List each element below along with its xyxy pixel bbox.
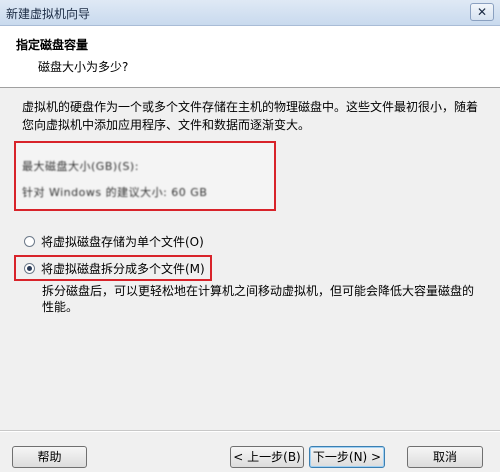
split-note-text: 拆分磁盘后，可以更轻松地在计算机之间移动虚拟机，但可能会降低大容量磁盘的性能。 bbox=[42, 284, 475, 314]
recommended-size-text: 针对 Windows 的建议大小: 60 GB bbox=[22, 186, 208, 199]
window-title: 新建虚拟机向导 bbox=[6, 7, 91, 21]
page-title: 指定磁盘容量 bbox=[16, 38, 89, 52]
help-button[interactable]: 帮助 bbox=[12, 446, 87, 468]
next-button[interactable]: 下一步(N) > bbox=[309, 446, 385, 468]
page-subtitle: 磁盘大小为多少? bbox=[38, 60, 129, 74]
radio-checked-icon bbox=[24, 262, 35, 274]
split-multiple-files-option[interactable]: 将虚拟磁盘拆分成多个文件(M) bbox=[24, 259, 205, 277]
title-bar: 新建虚拟机向导 ✕ bbox=[0, 0, 500, 26]
radio-icon bbox=[24, 235, 35, 247]
wizard-header: 指定磁盘容量 磁盘大小为多少? bbox=[0, 26, 500, 88]
description-text: 虚拟机的硬盘作为一个或多个文件存储在主机的物理磁盘中。这些文件最初很小，随着您向… bbox=[22, 100, 479, 132]
split-multiple-files-label: 将虚拟磁盘拆分成多个文件(M) bbox=[41, 261, 205, 276]
cancel-button[interactable]: 取消 bbox=[407, 446, 483, 468]
back-button[interactable]: < 上一步(B) bbox=[230, 446, 304, 468]
store-single-file-option[interactable]: 将虚拟磁盘存储为单个文件(O) bbox=[24, 232, 204, 250]
close-icon: ✕ bbox=[476, 5, 488, 19]
disk-size-section: 最大磁盘大小(GB)(S): 针对 Windows 的建议大小: 60 GB bbox=[14, 141, 276, 211]
footer-divider bbox=[0, 430, 500, 432]
max-disk-size-label: 最大磁盘大小(GB)(S): bbox=[22, 160, 139, 173]
close-button[interactable]: ✕ bbox=[470, 3, 494, 21]
store-single-file-label: 将虚拟磁盘存储为单个文件(O) bbox=[41, 234, 204, 249]
